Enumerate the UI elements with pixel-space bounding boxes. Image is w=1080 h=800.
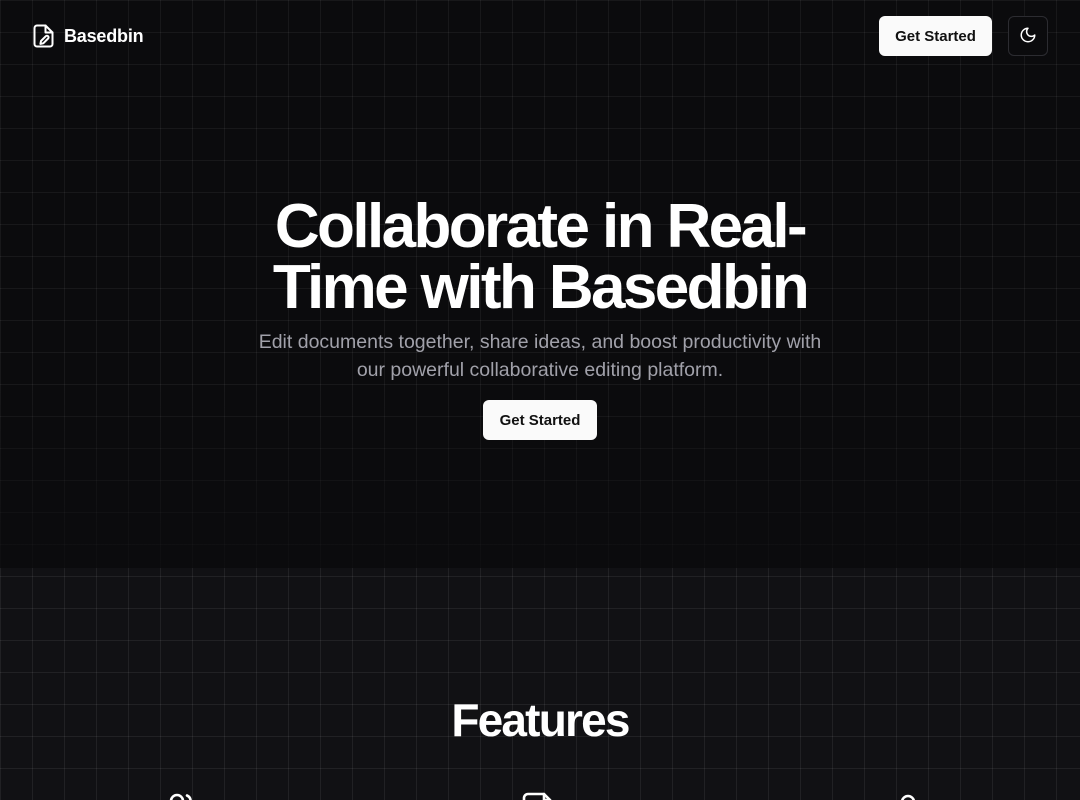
hero-subtitle: Edit documents together, share ideas, an… (258, 331, 822, 381)
header-get-started-button[interactable]: Get Started (879, 16, 992, 56)
file-edit-icon (33, 24, 54, 48)
feature-icons-row (0, 790, 1080, 800)
features-section (0, 568, 1080, 800)
hero-get-started-button[interactable]: Get Started (483, 400, 597, 440)
brand-name: Basedbin (64, 25, 144, 46)
users-icon (166, 790, 200, 800)
file-edit-icon (521, 790, 555, 800)
brand-link[interactable]: Basedbin (33, 24, 144, 48)
hero-section: Collaborate in Real-Time with Basedbin E… (0, 196, 1080, 440)
header-actions: Get Started (879, 16, 1048, 56)
lock-icon (892, 790, 926, 800)
landing-page: Basedbin Get Started Collaborate in Real… (0, 0, 1080, 800)
moon-icon (1019, 26, 1037, 47)
theme-toggle-button[interactable] (1008, 16, 1048, 56)
hero-title: Collaborate in Real-Time with Basedbin (272, 192, 810, 322)
features-grid-background (0, 568, 1080, 800)
features-title: Features (451, 694, 630, 746)
site-header: Basedbin Get Started (0, 0, 1080, 72)
